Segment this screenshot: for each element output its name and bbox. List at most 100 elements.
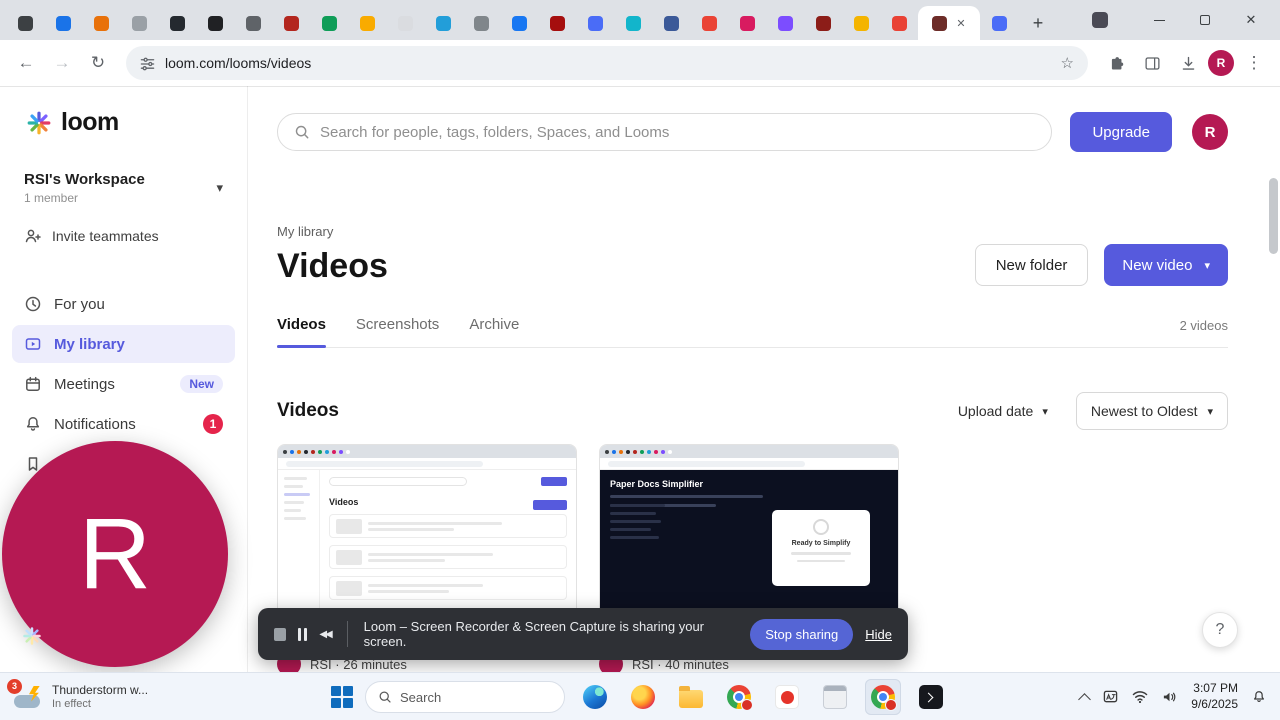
taskbar-app-explorer[interactable] [673,679,709,715]
taskbar-app-firefox[interactable] [625,679,661,715]
taskbar-search[interactable]: Search [365,681,565,713]
webcam-avatar-initial: R [78,497,152,610]
sidebar-item-my-library[interactable]: My library [12,325,235,363]
browser-pinned-tab[interactable] [804,6,842,40]
browser-pinned-tab[interactable] [462,6,500,40]
taskbar-app-chrome-active[interactable] [865,679,901,715]
pause-icon[interactable] [298,627,308,641]
new-video-button[interactable]: New video ▾ [1104,244,1228,286]
taskbar-app-media[interactable] [769,679,805,715]
page-title: Videos [277,247,388,285]
browser-menu-button[interactable]: ⋮ [1238,47,1270,79]
browser-pinned-tab[interactable] [196,6,234,40]
reload-button[interactable]: ↻ [82,47,114,79]
tab-screenshots[interactable]: Screenshots [356,316,439,347]
loom-asterisk-icon [22,626,42,651]
firefox-icon [631,685,655,709]
browser-pinned-tab[interactable] [310,6,348,40]
weather-widget[interactable]: 3 Thunderstorm w... In effect [7,678,148,710]
tab-videos[interactable]: Videos [277,316,326,348]
side-panel-button[interactable] [1136,47,1168,79]
sort-order-dropdown[interactable]: Newest to Oldest ▾ [1075,392,1228,430]
browser-pinned-tab[interactable] [120,6,158,40]
taskbar-app-terminal[interactable] [913,679,949,715]
address-bar[interactable]: loom.com/looms/videos ☆ [126,46,1088,80]
stop-sharing-button[interactable]: Stop sharing [750,618,854,650]
taskbar-app-edge[interactable] [577,679,613,715]
taskbar: 3 Thunderstorm w... In effect Search 3:0… [0,672,1280,720]
language-icon[interactable] [1103,689,1118,704]
webcam-bubble[interactable]: R [2,441,228,667]
scrollbar-thumb[interactable] [1269,178,1278,254]
bookmark-star-icon[interactable]: ☆ [1061,54,1074,72]
taskbar-app-window[interactable] [817,679,853,715]
wifi-icon[interactable] [1132,690,1148,703]
notification-bell-icon[interactable] [1252,690,1266,704]
browser-pinned-tab[interactable] [386,6,424,40]
window-maximize-button[interactable] [1182,0,1228,40]
active-tab[interactable]: ✕ [918,6,980,40]
sidebar-item-notifications[interactable]: Notifications 1 [12,405,235,443]
new-folder-button[interactable]: New folder [974,244,1089,286]
upgrade-button[interactable]: Upgrade [1070,112,1172,152]
stop-icon[interactable] [274,627,287,641]
back-button[interactable]: ← [10,47,42,79]
tab-close-icon[interactable]: ✕ [956,17,965,30]
site-settings-icon[interactable] [140,56,155,71]
browser-pinned-tab[interactable] [82,6,120,40]
account-avatar[interactable]: R [1192,114,1228,150]
window-minimize-button[interactable] [1136,0,1182,40]
browser-pinned-tab[interactable] [842,6,880,40]
downloads-button[interactable] [1172,47,1204,79]
start-button[interactable] [331,686,353,708]
page-scrollbar[interactable] [1269,178,1278,720]
taskbar-clock[interactable]: 3:07 PM 9/6/2025 [1191,681,1238,712]
invite-teammates-button[interactable]: Invite teammates [0,213,247,259]
browser-pinned-tab[interactable] [500,6,538,40]
browser-pinned-tab[interactable] [44,6,82,40]
browser-tab[interactable] [980,6,1018,40]
browser-pinned-tab[interactable] [272,6,310,40]
browser-pinned-tab[interactable] [424,6,462,40]
help-button[interactable]: ? [1202,612,1238,648]
pinned-extension-icon[interactable] [1092,12,1108,28]
extensions-button[interactable] [1100,47,1132,79]
tab-archive[interactable]: Archive [469,316,519,347]
browser-pinned-tab[interactable] [234,6,272,40]
browser-pinned-tab[interactable] [348,6,386,40]
sidebar-item-for-you[interactable]: For you [12,285,235,323]
window-close-button[interactable]: ✕ [1228,0,1274,40]
browser-pinned-tab[interactable] [576,6,614,40]
browser-pinned-tab[interactable] [728,6,766,40]
search-input[interactable] [320,123,1036,141]
sidebar-item-meetings[interactable]: Meetings New [12,365,235,403]
url-text[interactable]: loom.com/looms/videos [165,55,311,71]
browser-pinned-tab[interactable] [652,6,690,40]
chevron-down-icon: ▾ [1204,259,1210,272]
workspace-switcher[interactable]: RSI's Workspace 1 member ▾ [14,163,233,213]
notification-dot [885,699,897,711]
new-tab-button[interactable]: + [1024,9,1052,37]
browser-pinned-tab[interactable] [614,6,652,40]
loom-logo[interactable]: loom [0,86,247,137]
browser-toolbar: ← → ↻ loom.com/looms/videos ☆ R ⋮ [0,40,1280,86]
hide-link[interactable]: Hide [865,627,892,642]
hidden-icons-chevron[interactable] [1078,692,1092,706]
sort-by-dropdown[interactable]: Upload date ▾ [958,403,1048,419]
browser-pinned-tab[interactable] [538,6,576,40]
forward-button[interactable]: → [46,47,78,79]
volume-icon[interactable] [1162,690,1177,704]
browser-pinned-tab[interactable] [158,6,196,40]
edge-icon [583,685,607,709]
browser-profile-avatar[interactable]: R [1208,50,1234,76]
loom-search-bar[interactable] [277,113,1053,151]
calendar-icon [26,376,40,391]
browser-pinned-tab[interactable] [690,6,728,40]
notification-dot [741,699,753,711]
taskbar-app-chrome[interactable] [721,679,757,715]
browser-pinned-tab[interactable] [766,6,804,40]
browser-pinned-tab[interactable] [880,6,918,40]
side-panel-icon [1144,56,1160,70]
browser-pinned-tab[interactable] [6,6,44,40]
rewind-icon[interactable]: ◀◀ [319,629,332,640]
